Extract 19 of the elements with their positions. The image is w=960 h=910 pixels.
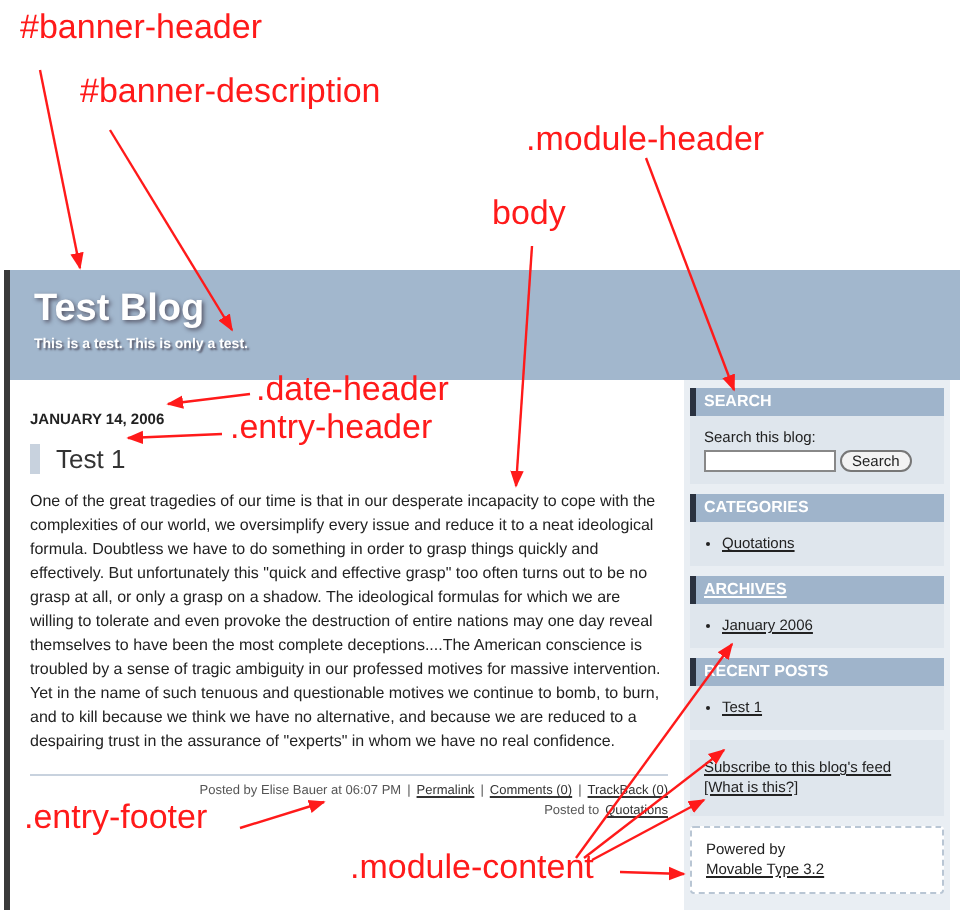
leader-line [126,430,223,445]
entry-title: Test 1 [56,444,126,474]
leader-line [239,800,326,830]
annotation-label: body [492,194,566,234]
search-field[interactable] [704,450,836,472]
blog-title: Test Blog [34,286,207,334]
entry-body: One of the great tragedies of our time is that in our desperate incapacity to cope with the complexities of our world, we oversimplify every issue and reduce it to a neat ideological formula. Doubtless we have to do something in order to grasp things quickly and effectively. But unfortunately this "quick and effective grasp" too often turns out to be no grasp at all, or only a grasp on a shadow. The ideological formulas for which we are willing to tolerate and even provoke the destruction of entire nations may one day reveal themselves to have been the most complete deceptions....The American conscience is troubled by a sense of tragic ambiguity in our professed motives for massive intervention. Yet in the name of such tenuous and questionable motives we continue to bomb, to burn, and to kill because we think we have no alternative, and because we are reduced to a despairing trust in the assurance of "experts" in whom we have no real confidence. [30,490,663,754]
annotation-label: .module-header [526,120,765,160]
annotation-label: .module-content [350,848,594,888]
annotation-label: #banner-description [80,72,381,112]
leader-line [166,392,251,409]
leader-line [619,866,686,881]
module-header-text: CATEGORIES [704,496,809,520]
annotation-label: #banner-header [20,8,262,48]
annotation-label: .entry-header [230,408,433,448]
module-header-text: SEARCH [704,390,772,414]
annotation-label: .date-header [256,370,449,410]
entry-header-bar [30,444,40,474]
annotation-label: .entry-footer [24,798,208,838]
